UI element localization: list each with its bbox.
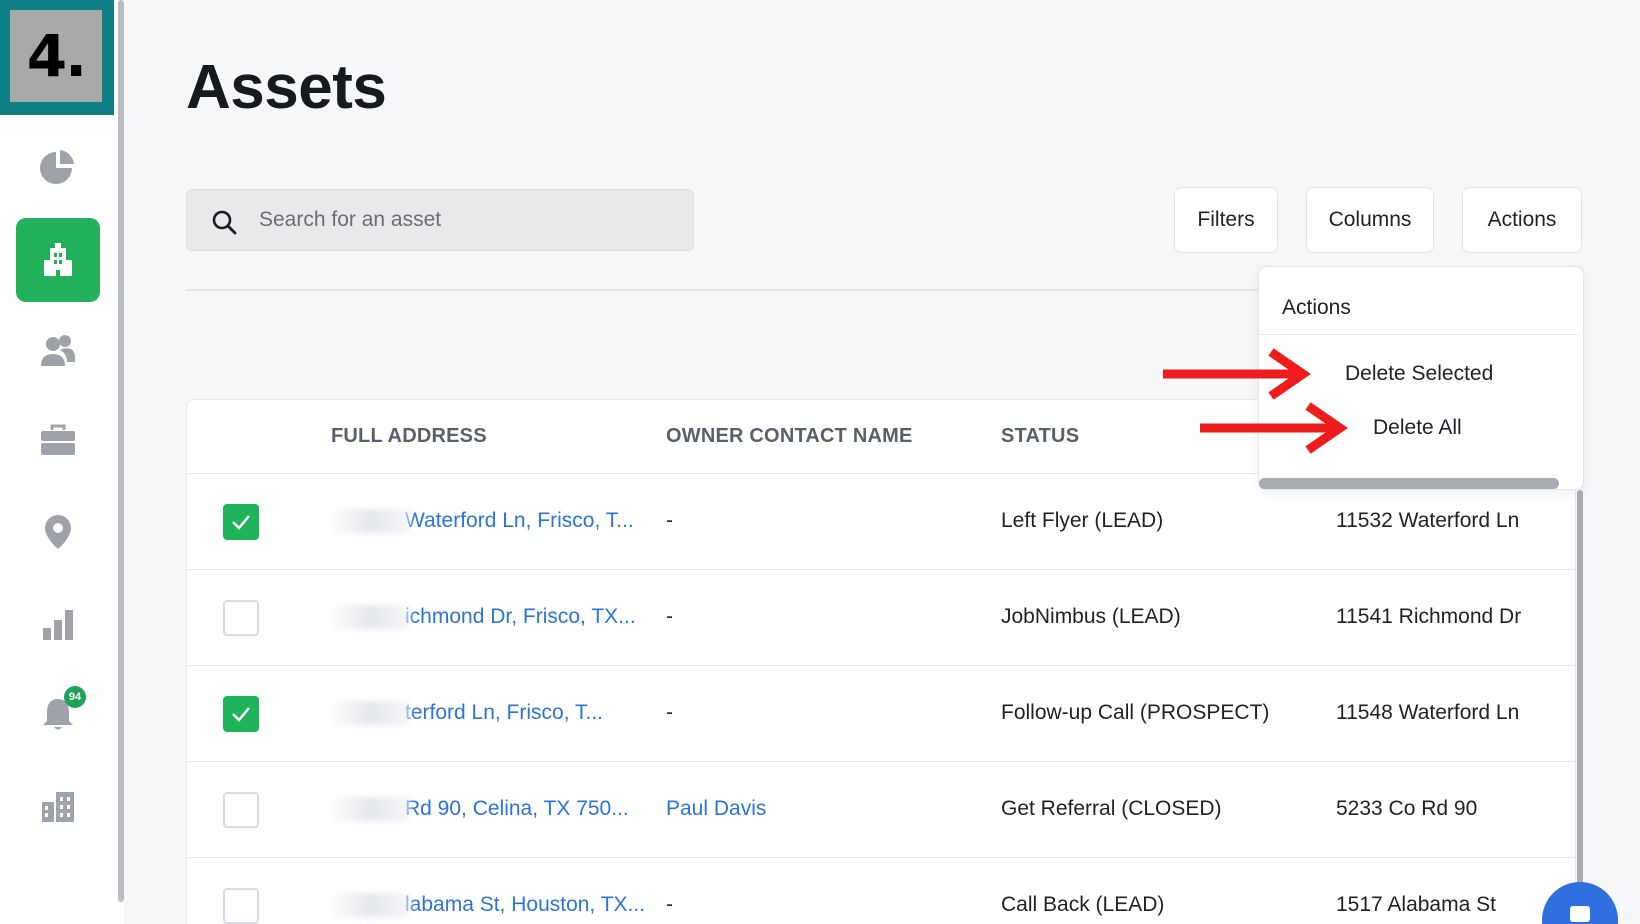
dropdown-divider — [1259, 334, 1579, 335]
table-row[interactable]: terford Ln, Frisco, T... - Follow-up Cal… — [187, 666, 1575, 762]
table-row[interactable]: Rd 90, Celina, TX 750... Paul Davis Get … — [187, 762, 1575, 858]
status-cell: JobNimbus (LEAD) — [1001, 605, 1181, 628]
dropdown-scrollbar[interactable] — [1259, 478, 1559, 489]
sidebar-item-jobs[interactable] — [16, 398, 100, 482]
address-link[interactable]: Rd 90, Celina, TX 750... — [331, 797, 629, 822]
app-window: 4. 94 Assets Search for an asset Filters… — [0, 0, 1640, 924]
column-header-owner-contact-name[interactable]: OWNER CONTACT NAME — [666, 425, 913, 448]
table-row[interactable]: ichmond Dr, Frisco, TX... - JobNimbus (L… — [187, 570, 1575, 666]
annotation-arrow-icon — [1163, 348, 1311, 400]
delete-selected-menu-item[interactable]: Delete Selected — [1345, 362, 1493, 386]
sidebar-item-dashboard[interactable] — [16, 124, 100, 208]
sidebar-item-notifications[interactable]: 94 — [16, 672, 100, 756]
divider — [186, 289, 1286, 291]
address-link[interactable]: Waterford Ln, Frisco, T... — [331, 509, 634, 534]
address-link[interactable]: labama St, Houston, TX... — [331, 893, 645, 918]
sidebar-item-contacts[interactable] — [16, 308, 100, 392]
pie-chart-icon — [40, 150, 74, 184]
step-number-badge: 4. — [0, 0, 114, 115]
row-checkbox[interactable] — [223, 504, 259, 540]
status-cell: Follow-up Call (PROSPECT) — [1001, 701, 1270, 724]
city-icon — [42, 792, 74, 822]
filters-button[interactable]: Filters — [1174, 187, 1278, 253]
chat-icon — [1570, 906, 1590, 922]
sidebar-item-organizations[interactable] — [16, 764, 100, 848]
address-link[interactable]: ichmond Dr, Frisco, TX... — [331, 605, 636, 630]
building-icon — [44, 243, 72, 276]
search-box[interactable] — [186, 189, 694, 251]
annotation-arrow-icon — [1200, 402, 1348, 454]
table-row[interactable]: labama St, Houston, TX... - Call Back (L… — [187, 858, 1575, 924]
delete-all-menu-item[interactable]: Delete All — [1373, 416, 1462, 440]
notification-count-badge: 94 — [64, 686, 86, 708]
sidebar-item-map[interactable] — [16, 490, 100, 574]
column-header-full-address[interactable]: FULL ADDRESS — [331, 425, 487, 448]
contacts-icon — [41, 335, 76, 366]
page-scrollbar[interactable] — [1577, 490, 1583, 910]
owner-cell: - — [666, 605, 673, 628]
sidebar-item-assets[interactable] — [16, 218, 100, 302]
owner-cell: - — [666, 509, 673, 532]
redacted-address-part — [331, 797, 411, 822]
row-checkbox[interactable] — [223, 888, 259, 924]
map-pin-icon — [45, 515, 71, 549]
row-checkbox[interactable] — [223, 600, 259, 636]
bar-chart-icon — [43, 610, 73, 640]
checkmark-icon — [232, 707, 250, 722]
dropdown-title: Actions — [1282, 296, 1351, 319]
search-input[interactable] — [259, 190, 679, 250]
redacted-address-part — [331, 893, 411, 918]
sidebar: 4. 94 — [0, 0, 118, 924]
owner-cell: - — [666, 893, 673, 916]
status-cell: Left Flyer (LEAD) — [1001, 509, 1164, 532]
redacted-address-part — [331, 509, 411, 534]
columns-button[interactable]: Columns — [1306, 187, 1434, 253]
address-link[interactable]: terford Ln, Frisco, T... — [331, 701, 603, 726]
status-cell: Get Referral (CLOSED) — [1001, 797, 1222, 820]
step-number-label: 4. — [10, 10, 102, 102]
street-cell: 1517 Alabama St — [1336, 893, 1496, 916]
column-header-status[interactable]: STATUS — [1001, 425, 1079, 448]
briefcase-icon — [41, 424, 75, 455]
sidebar-item-reports[interactable] — [16, 582, 100, 666]
owner-link[interactable]: Paul Davis — [666, 797, 766, 821]
row-checkbox[interactable] — [223, 792, 259, 828]
redacted-address-part — [331, 605, 411, 630]
search-icon — [212, 210, 237, 235]
checkmark-icon — [232, 515, 250, 530]
redacted-address-part — [331, 701, 411, 726]
street-cell: 11532 Waterford Ln — [1336, 509, 1520, 532]
row-checkbox[interactable] — [223, 696, 259, 732]
owner-cell: - — [666, 701, 673, 724]
page-title: Assets — [186, 53, 387, 122]
street-cell: 11548 Waterford Ln — [1336, 701, 1520, 724]
status-cell: Call Back (LEAD) — [1001, 893, 1165, 916]
actions-button[interactable]: Actions — [1462, 187, 1582, 253]
street-cell: 5233 Co Rd 90 — [1336, 797, 1478, 820]
street-cell: 11541 Richmond Dr — [1336, 605, 1522, 628]
